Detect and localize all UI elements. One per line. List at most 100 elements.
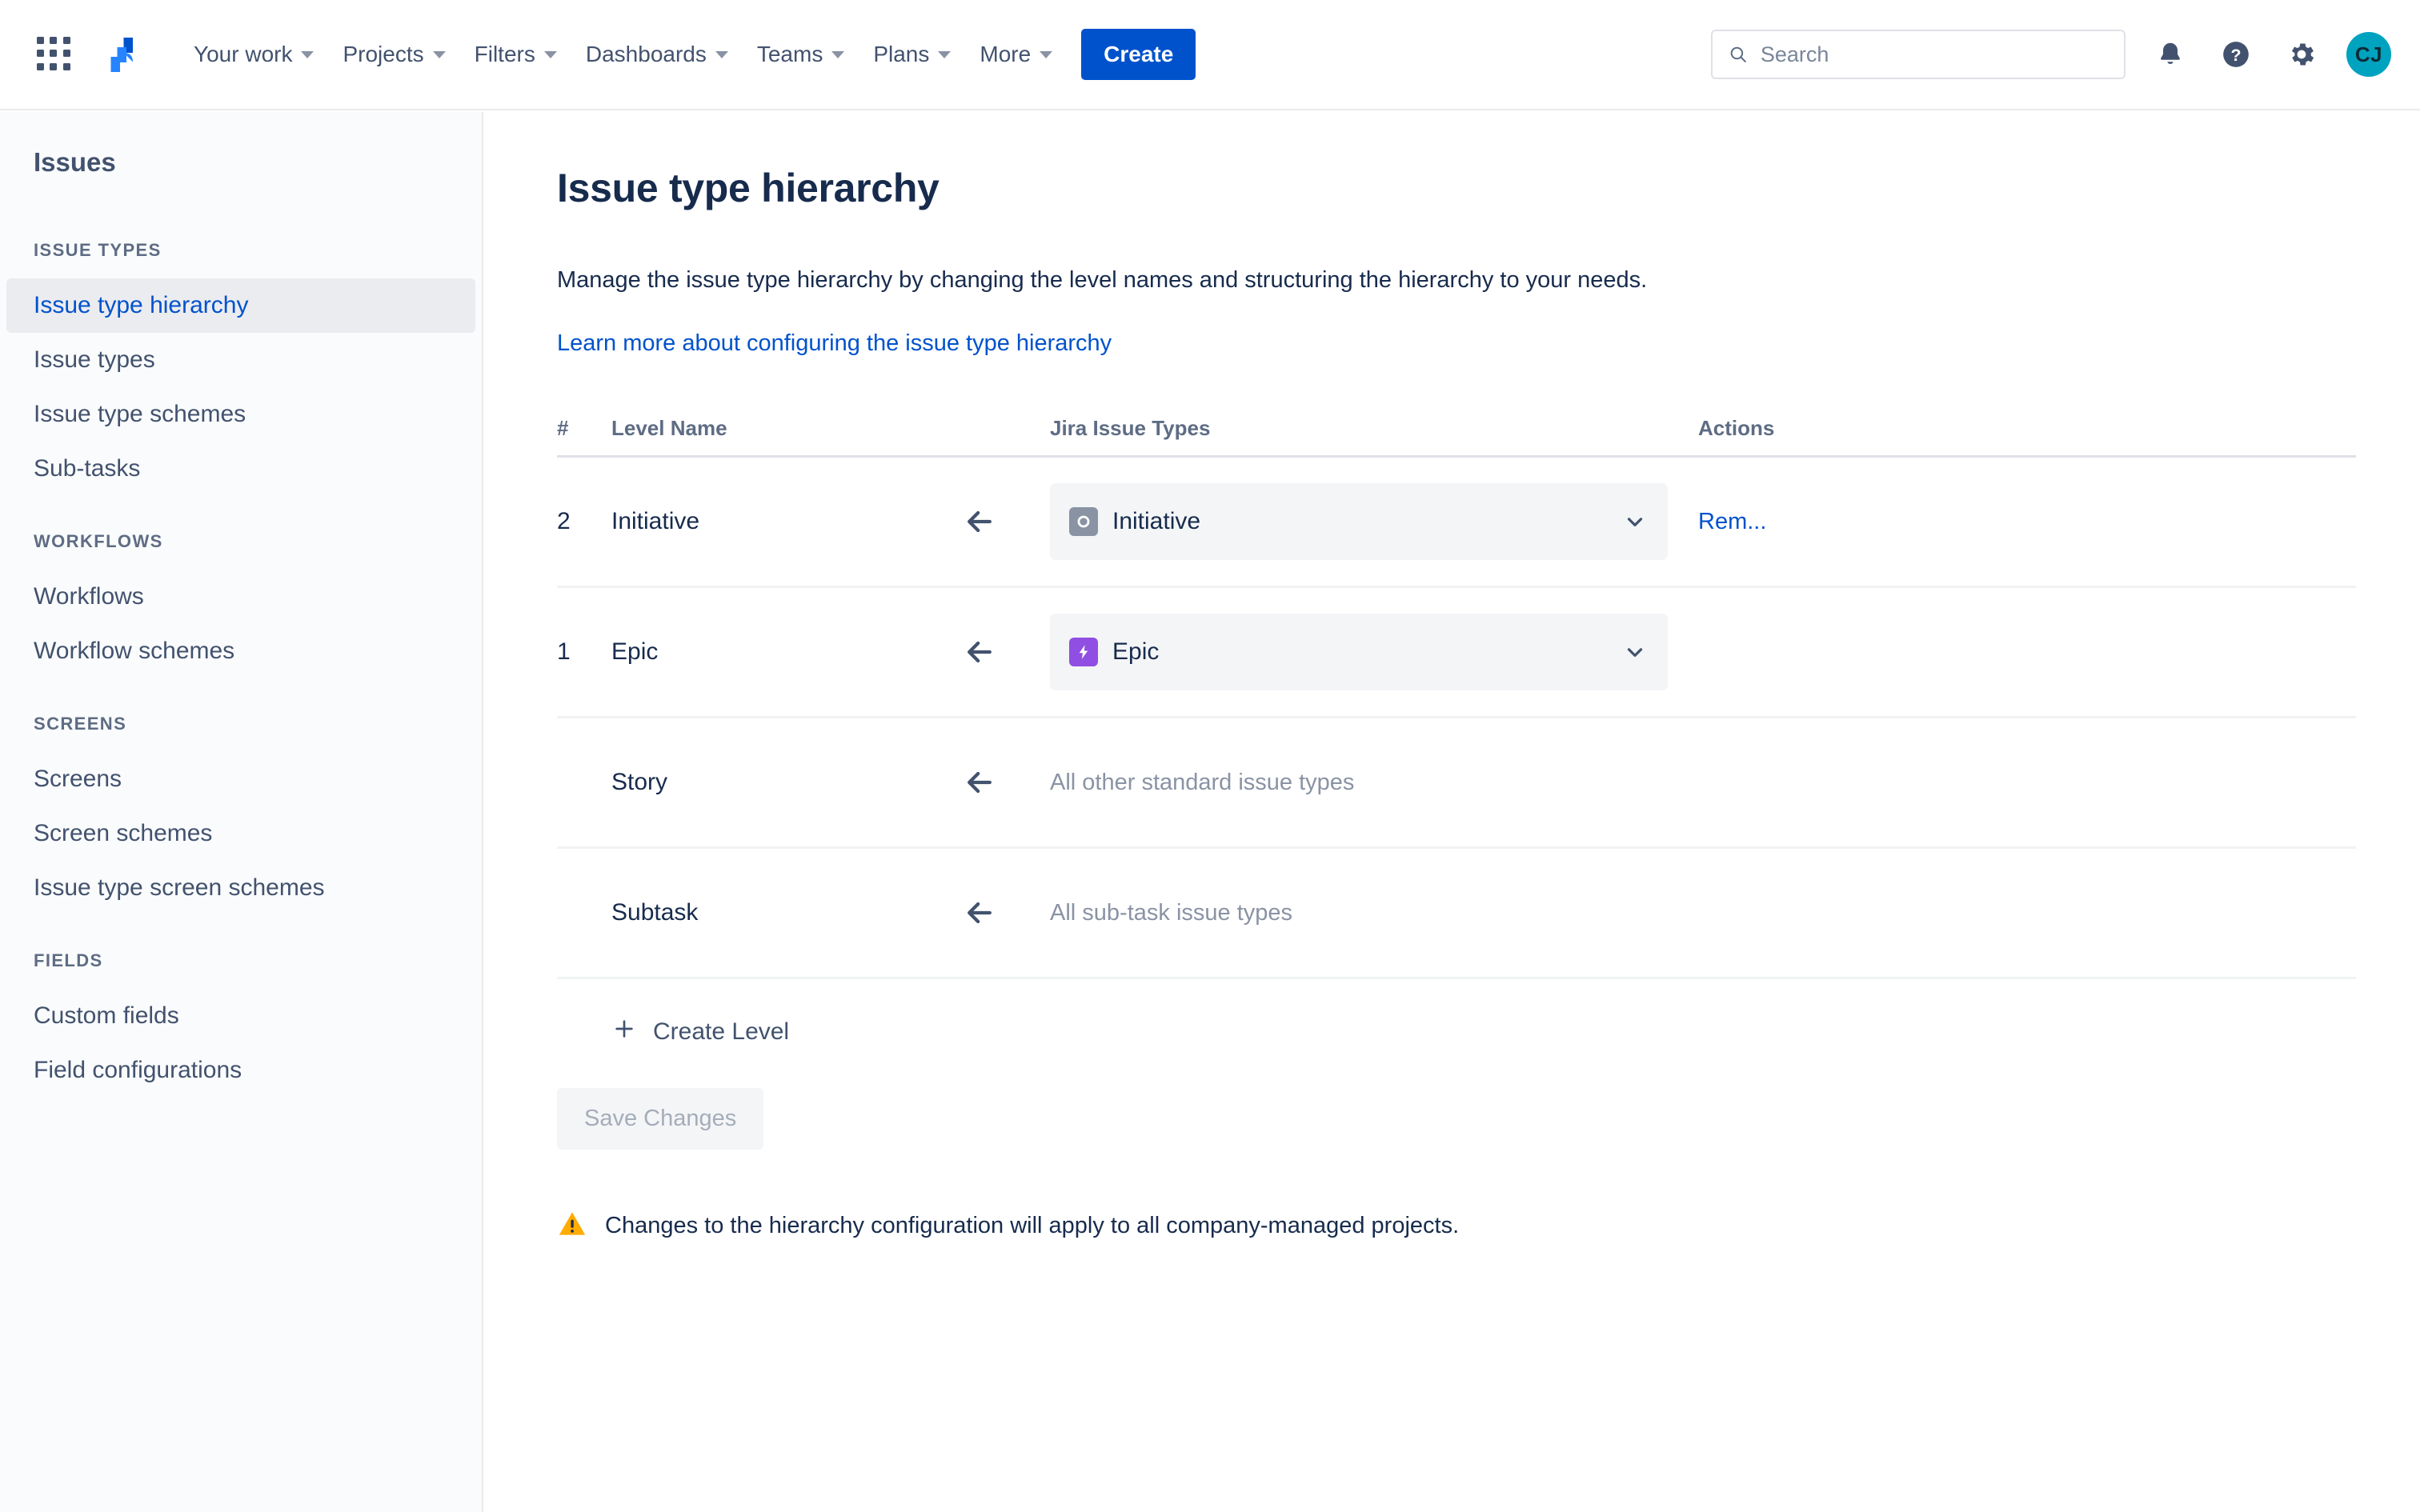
learn-more-link[interactable]: Learn more about configuring the issue t… (557, 330, 1112, 357)
search-input[interactable] (1760, 42, 2108, 67)
table-header-row: # Level Name Jira Issue Types Actions (557, 416, 2356, 458)
sidebar-item-screen-schemes[interactable]: Screen schemes (0, 806, 482, 861)
sidebar: Issues ISSUE TYPES Issue type hierarchy … (0, 112, 483, 1512)
nav-item-more[interactable]: More (965, 30, 1067, 78)
row-issue-type-cell: All other standard issue types (1050, 770, 1698, 796)
save-changes-button[interactable]: Save Changes (557, 1088, 764, 1150)
epic-bolt-icon (1069, 638, 1098, 666)
apps-grid-icon[interactable] (37, 37, 72, 72)
nav-item-label: Plans (873, 42, 930, 66)
chevron-down-icon (1040, 50, 1053, 58)
bell-icon (2161, 42, 2180, 64)
issue-type-placeholder: All sub-task issue types (1050, 899, 1293, 926)
sidebar-section-heading-fields: FIELDS (34, 950, 103, 970)
sidebar-item-issue-type-schemes[interactable]: Issue type schemes (0, 387, 482, 442)
issue-type-select-initiative[interactable]: Initiative (1050, 483, 1668, 560)
column-header-number: # (557, 416, 569, 440)
jira-logo-icon[interactable] (101, 33, 144, 76)
nav-item-label: Projects (343, 42, 424, 66)
table-row: Story All other standard issue types (557, 718, 2356, 849)
sidebar-item-label: Workflows (34, 583, 144, 610)
create-level-label: Create Level (653, 1018, 790, 1045)
search-icon (1730, 46, 1746, 62)
settings-button[interactable] (2281, 34, 2322, 75)
row-issue-type-cell: All sub-task issue types (1050, 900, 1698, 926)
create-level-button[interactable]: Create Level (557, 979, 789, 1085)
page-description: Manage the issue type hierarchy by chang… (557, 267, 1648, 293)
sidebar-item-issue-type-hierarchy[interactable]: Issue type hierarchy (6, 278, 475, 333)
sidebar-item-label: Sub-tasks (34, 455, 141, 482)
sidebar-item-sub-tasks[interactable]: Sub-tasks (0, 442, 482, 496)
nav-item-your-work[interactable]: Your work (179, 30, 328, 78)
sidebar-section-heading-issue-types: ISSUE TYPES (34, 240, 162, 260)
sidebar-item-custom-fields[interactable]: Custom fields (0, 989, 482, 1043)
sidebar-item-label: Workflow schemes (34, 638, 235, 664)
nav-item-label: Filters (474, 42, 535, 66)
sidebar-item-label: Field configurations (34, 1057, 242, 1083)
table-row: Subtask All sub-task issue types (557, 849, 2356, 979)
sidebar-item-issue-type-screen-schemes[interactable]: Issue type screen schemes (0, 861, 482, 915)
chevron-down-icon (938, 50, 952, 58)
nav-item-dashboards[interactable]: Dashboards (571, 30, 743, 78)
chevron-down-icon (432, 50, 446, 58)
issue-type-label: Initiative (1112, 508, 1201, 534)
nav-item-label: More (980, 42, 1032, 66)
row-level-name: Subtask (611, 899, 699, 926)
sidebar-item-screens[interactable]: Screens (0, 752, 482, 806)
search-box[interactable] (1711, 30, 2126, 79)
hierarchy-table: # Level Name Jira Issue Types Actions 2 … (557, 416, 2356, 979)
svg-text:?: ? (2230, 46, 2241, 65)
remove-level-link[interactable]: Rem... (1698, 509, 1766, 534)
nav-item-teams[interactable]: Teams (743, 30, 859, 78)
sidebar-item-field-configurations[interactable]: Field configurations (0, 1043, 482, 1098)
nav-item-filters[interactable]: Filters (460, 30, 571, 78)
warning-text: Changes to the hierarchy configuration w… (605, 1213, 1460, 1238)
sidebar-item-label: Issue type schemes (34, 401, 246, 427)
sidebar-item-workflow-schemes[interactable]: Workflow schemes (0, 624, 482, 678)
arrow-left-icon (962, 765, 1050, 800)
issue-type-select-epic[interactable]: Epic (1050, 614, 1668, 690)
warning-message: Changes to the hierarchy configuration w… (557, 1209, 2420, 1243)
sidebar-item-label: Screen schemes (34, 820, 213, 846)
plus-icon (611, 1016, 637, 1048)
table-row: 1 Epic Epic (557, 588, 2356, 718)
column-header-level-name: Level Name (611, 416, 727, 440)
help-circle-icon: ? (2223, 42, 2249, 67)
warning-triangle-icon (557, 1209, 587, 1243)
nav-item-label: Teams (756, 42, 823, 66)
row-level-name: Initiative (611, 508, 700, 534)
sidebar-item-issue-types[interactable]: Issue types (0, 333, 482, 387)
avatar-initials: CJ (2354, 42, 2383, 66)
chevron-down-icon (715, 50, 728, 58)
row-issue-type-cell: Initiative (1050, 483, 1698, 560)
chevron-down-icon (1623, 510, 1647, 534)
sidebar-item-workflows[interactable]: Workflows (0, 570, 482, 624)
create-button[interactable]: Create (1081, 29, 1196, 80)
nav-item-plans[interactable]: Plans (859, 30, 965, 78)
sidebar-section-heading-workflows: WORKFLOWS (34, 531, 163, 551)
nav-item-label: Dashboards (585, 42, 707, 66)
initiative-icon (1069, 507, 1098, 536)
chevron-down-icon (301, 50, 315, 58)
sidebar-item-label: Issue type hierarchy (34, 292, 249, 318)
arrow-left-icon (962, 895, 1050, 930)
row-level-name: Epic (611, 638, 659, 665)
sidebar-section-heading-screens: SCREENS (34, 714, 127, 734)
sidebar-item-label: Issue types (34, 346, 155, 373)
help-button[interactable]: ? (2215, 34, 2257, 75)
sidebar-item-label: Custom fields (34, 1002, 179, 1029)
nav-right-cluster: ? CJ (1711, 30, 2391, 79)
chevron-down-icon (831, 50, 845, 58)
column-header-jira-issue-types: Jira Issue Types (1050, 416, 1211, 440)
gear-icon (2291, 43, 2314, 66)
sidebar-item-label: Screens (34, 766, 122, 792)
table-row: 2 Initiative Initiative Rem... (557, 458, 2356, 588)
avatar[interactable]: CJ (2346, 32, 2391, 77)
page-title: Issue type hierarchy (557, 166, 940, 210)
notifications-button[interactable] (2150, 34, 2191, 75)
row-level-name: Story (611, 769, 668, 795)
nav-item-projects[interactable]: Projects (328, 30, 459, 78)
